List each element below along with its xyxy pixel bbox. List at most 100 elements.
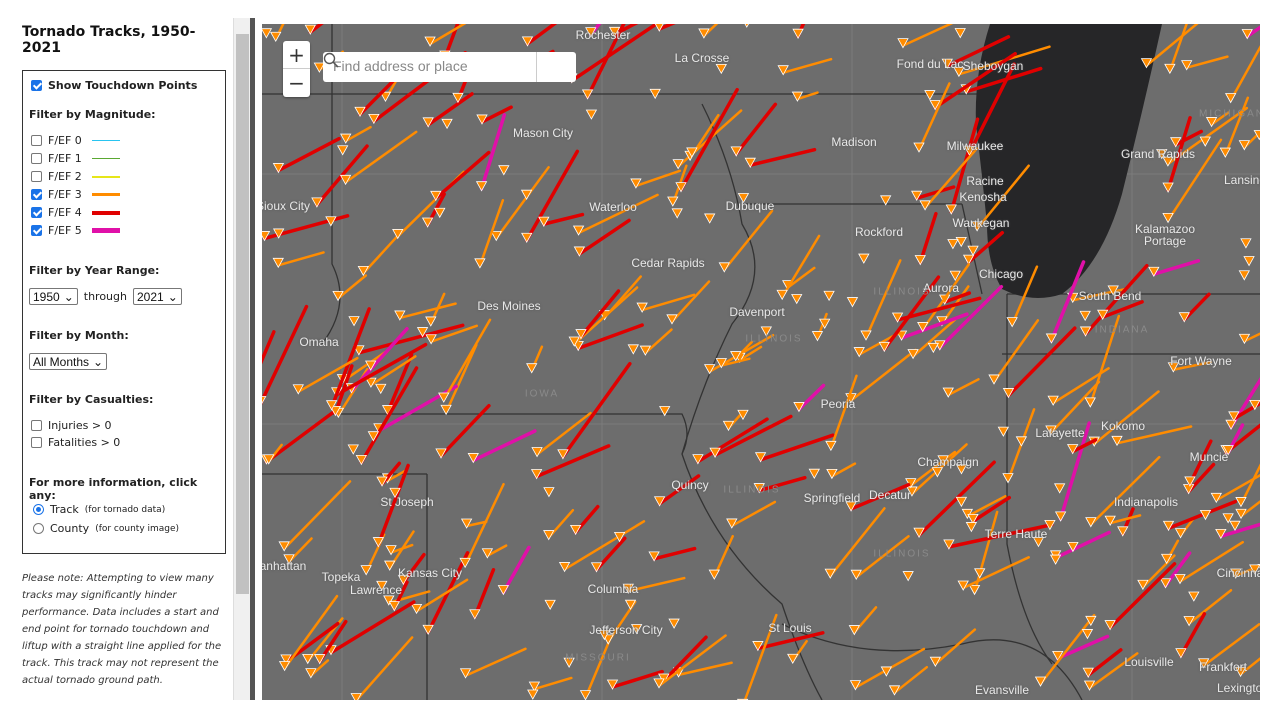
info-heading: For more information, click any: [29,476,198,502]
magnitude-checkbox[interactable] [31,153,42,164]
state-label: ILLINOIS [873,286,931,298]
magnitude-filter-0[interactable]: F/EF 0 [31,134,120,147]
magnitude-checkbox[interactable] [31,189,42,200]
city-label: Indianapolis [1113,495,1179,509]
chevron-down-icon: ⌄ [167,289,178,304]
city-label: Louisville [1124,655,1174,669]
magnitude-label: F/EF 5 [48,224,82,237]
city-label: Lansing [1223,173,1260,187]
city-label: Cincinnati [1216,566,1260,580]
search-button[interactable] [323,52,576,82]
show-touchdown-toggle[interactable]: Show Touchdown Points [31,79,197,92]
city-label: St Joseph [380,495,434,509]
county-hint: (for county image) [95,523,180,534]
month-select[interactable]: All Months ⌄ [29,353,108,370]
fatalities-label: Fatalities > 0 [48,436,121,449]
city-label: Quincy [671,478,709,492]
city-label: Mason City [512,126,574,140]
map-canvas[interactable] [262,24,1260,700]
city-label: Madison [831,135,877,149]
state-label: IOWA [524,388,560,400]
magnitude-label: F/EF 0 [48,134,82,147]
through-label: through [83,290,127,303]
city-label: Rochester [575,28,631,42]
radio-county[interactable]: County (for county image) [33,522,179,535]
search-icon [323,52,339,68]
sidebar-scrollbar[interactable] [233,18,250,700]
touchdown-checkbox[interactable] [31,80,42,91]
magnitude-filter-1[interactable]: F/EF 1 [31,152,120,165]
city-label: Decatur [868,488,912,502]
zoom-in-button[interactable]: + [283,41,310,69]
track-radio[interactable] [33,504,44,515]
injuries-checkbox[interactable] [31,420,42,431]
city-label: Champaign [917,455,979,469]
magnitude-swatch [91,175,120,178]
magnitude-swatch [91,140,120,141]
city-label: Jefferson City [589,623,663,637]
magnitude-filter-4[interactable]: F/EF 4 [31,206,120,219]
map-view[interactable]: Rochester La Crosse Fond du Lac Sheboygan Ma… [262,24,1260,700]
year-to-select[interactable]: 2021 ⌄ [133,288,182,305]
magnitude-label: F/EF 1 [48,152,82,165]
scrollbar-thumb[interactable] [236,34,249,594]
sidebar: Tornado Tracks, 1950-2021 Show Touchdown… [0,0,232,720]
panel-divider [250,18,255,700]
month-value: All Months [33,354,90,369]
magnitude-checkbox[interactable] [31,171,42,182]
city-label: Portage [1143,234,1187,248]
city-label: Dubuque [725,199,775,213]
search-box: Find address or place [323,52,576,82]
city-label: Terre Haute [984,527,1048,541]
page-title: Tornado Tracks, 1950-2021 [22,24,196,56]
fatalities-checkbox[interactable] [31,437,42,448]
state-label: ILLINOIS [873,548,931,560]
magnitude-filter-3[interactable]: F/EF 3 [31,188,120,201]
city-label: Springfield [803,491,861,505]
state-label: MICHIGAN [1199,108,1260,120]
state-label: MISSOURI [565,652,631,664]
touchdown-label: Show Touchdown Points [48,79,198,92]
magnitude-checkbox[interactable] [31,225,42,236]
zoom-control: + − [283,41,310,97]
magnitude-heading: Filter by Magnitude: [29,108,156,121]
city-label: Kenosha [959,190,1007,204]
county-radio[interactable] [33,523,44,534]
city-label: Cedar Rapids [631,256,705,270]
chevron-down-icon: ⌄ [93,354,104,369]
year-from-select[interactable]: 1950 ⌄ [29,288,78,305]
state-label: ILLINOIS [745,333,803,345]
injuries-label: Injuries > 0 [48,419,112,432]
magnitude-label: F/EF 2 [48,170,82,183]
city-label: Frankfort [1198,660,1248,674]
magnitude-filter-5[interactable]: F/EF 5 [31,224,120,237]
city-label: Fort Wayne [1170,354,1232,368]
magnitude-swatch [91,158,120,159]
city-label: Lawrence [349,583,403,597]
city-label: Sioux City [262,199,311,213]
magnitude-label: F/EF 4 [48,206,82,219]
city-label: Lafayette [1035,426,1085,440]
city-label: Peoria [820,397,856,411]
magnitude-filter-2[interactable]: F/EF 2 [31,170,120,183]
state-label: ILLINOIS [723,484,781,496]
magnitude-checkbox[interactable] [31,207,42,218]
injuries-filter[interactable]: Injuries > 0 [31,419,112,432]
city-label: Evansville [974,683,1030,697]
chevron-down-icon: ⌄ [63,289,74,304]
magnitude-checkbox[interactable] [31,135,42,146]
zoom-out-button[interactable]: − [283,69,310,97]
city-label: Kansas City [397,566,463,580]
magnitude-swatch [91,210,120,215]
fatalities-filter[interactable]: Fatalities > 0 [31,436,120,449]
year-heading: Filter by Year Range: [29,264,160,277]
radio-track[interactable]: Track (for tornado data) [33,503,165,516]
city-label: Chicago [978,267,1024,281]
city-label: Omaha [299,335,339,349]
city-label: Waterloo [589,200,637,214]
search-input[interactable]: Find address or place [323,52,536,82]
magnitude-label: F/EF 3 [48,188,82,201]
casualties-heading: Filter by Casualties: [29,393,154,406]
state-label: INDIANA [1094,324,1150,336]
city-label: Columbia [587,582,639,596]
